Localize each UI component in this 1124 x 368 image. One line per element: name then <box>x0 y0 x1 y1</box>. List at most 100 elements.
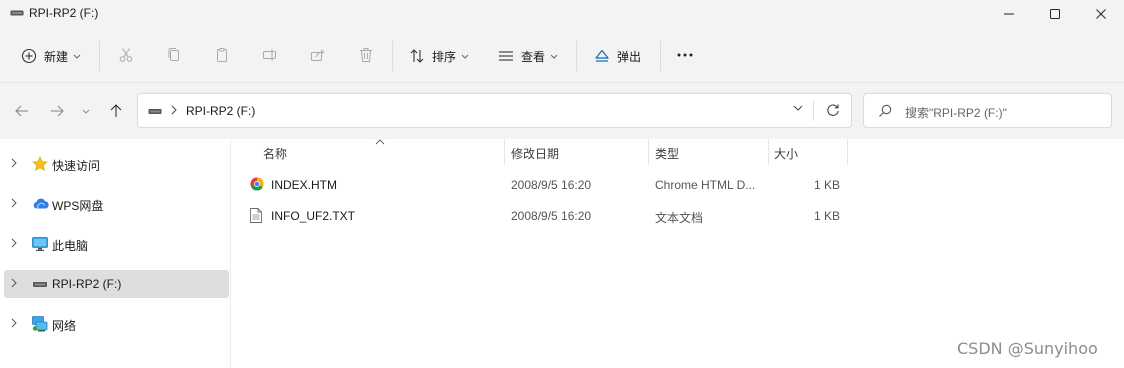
paste-button[interactable] <box>211 44 233 66</box>
view-button[interactable]: 查看 <box>498 43 558 69</box>
delete-button[interactable] <box>355 44 377 66</box>
list-view-icon <box>498 48 514 64</box>
column-divider[interactable] <box>768 139 769 165</box>
sidebar-item-label: WPS网盘 <box>52 199 104 213</box>
network-icon <box>32 316 48 332</box>
rename-icon <box>262 47 278 63</box>
more-icon <box>677 53 693 57</box>
more-options-button[interactable] <box>674 44 696 66</box>
chevron-right-icon[interactable] <box>11 318 17 328</box>
scissors-icon <box>118 47 134 63</box>
plus-circle-icon <box>21 48 37 64</box>
file-modified: 2008/9/5 16:20 <box>511 178 592 192</box>
sidebar-item-rpi-rp2[interactable]: RPI-RP2 (F:) <box>4 270 229 298</box>
arrow-right-icon <box>50 104 64 118</box>
file-type: Chrome HTML D... <box>655 178 756 192</box>
forward-button[interactable] <box>46 100 68 122</box>
sort-ascending-icon <box>375 139 385 145</box>
trash-icon <box>358 47 374 63</box>
refresh-icon[interactable] <box>826 103 840 117</box>
address-row: RPI-RP2 (F:) 搜索"RPI-RP2 (F:)" <box>0 83 1124 139</box>
file-name: INDEX.HTM <box>271 178 337 192</box>
command-bar: 新建 排序 查看 弹出 <box>0 27 1124 83</box>
file-list: 名称 修改日期 类型 大小 INDEX.HTM 2008/9/5 16:20 C… <box>232 139 1124 368</box>
close-button[interactable] <box>1078 0 1124 27</box>
cut-button[interactable] <box>115 44 137 66</box>
chevron-down-icon <box>73 54 81 59</box>
column-header-type[interactable]: 类型 <box>655 145 679 162</box>
sidebar-item-this-pc[interactable]: 此电脑 <box>4 230 229 258</box>
toolbar-divider <box>660 41 661 71</box>
minimize-button[interactable] <box>986 0 1032 27</box>
chevron-right-icon <box>171 105 177 115</box>
rename-button[interactable] <box>259 44 281 66</box>
search-icon <box>878 104 892 118</box>
address-dropdown-icon[interactable] <box>793 105 803 111</box>
chevron-right-icon[interactable] <box>11 278 17 288</box>
share-icon <box>310 47 326 63</box>
address-path[interactable]: RPI-RP2 (F:) <box>186 104 255 118</box>
file-modified: 2008/9/5 16:20 <box>511 209 592 223</box>
chevron-right-icon[interactable] <box>11 198 17 208</box>
chevron-right-icon[interactable] <box>11 158 17 168</box>
star-icon <box>32 156 48 172</box>
table-row[interactable]: INFO_UF2.TXT 2008/9/5 16:20 文本文档 1 KB <box>242 202 862 230</box>
chevron-right-icon[interactable] <box>11 238 17 248</box>
eject-button[interactable]: 弹出 <box>594 43 641 69</box>
eject-label: 弹出 <box>617 49 642 64</box>
sort-icon <box>409 48 425 64</box>
sort-button[interactable]: 排序 <box>409 43 469 69</box>
copy-button[interactable] <box>163 44 185 66</box>
toolbar-divider <box>576 41 577 71</box>
arrow-left-icon <box>15 104 29 118</box>
file-type: 文本文档 <box>655 211 704 225</box>
address-divider <box>813 100 814 121</box>
recent-locations-button[interactable] <box>77 100 95 122</box>
toolbar-divider <box>392 41 393 71</box>
sidebar-item-label: RPI-RP2 (F:) <box>52 277 122 291</box>
clipboard-icon <box>214 47 230 63</box>
column-header-modified[interactable]: 修改日期 <box>511 145 559 162</box>
drive-icon <box>148 108 162 115</box>
maximize-button[interactable] <box>1032 0 1078 27</box>
column-header-name[interactable]: 名称 <box>263 145 287 162</box>
sidebar-item-quick-access[interactable]: 快速访问 <box>4 150 229 178</box>
column-header-size[interactable]: 大小 <box>774 145 798 162</box>
column-divider[interactable] <box>504 139 505 165</box>
drive-icon <box>10 9 24 17</box>
chrome-html-icon <box>250 177 264 191</box>
table-row[interactable]: INDEX.HTM 2008/9/5 16:20 Chrome HTML D..… <box>242 171 862 199</box>
toolbar-divider <box>99 41 100 71</box>
file-size: 1 KB <box>814 209 841 223</box>
view-label: 查看 <box>521 49 546 64</box>
window-title: RPI-RP2 (F:) <box>29 6 99 20</box>
up-button[interactable] <box>105 100 127 122</box>
text-document-icon <box>250 208 262 223</box>
sort-label: 排序 <box>432 49 457 64</box>
sidebar-item-wps-drive[interactable]: WPS网盘 <box>4 190 229 218</box>
sidebar-item-label: 此电脑 <box>52 239 89 253</box>
monitor-icon <box>32 236 48 252</box>
watermark: CSDN @Sunyihoo <box>957 339 1098 358</box>
address-bar[interactable]: RPI-RP2 (F:) <box>137 93 852 128</box>
drive-icon <box>32 276 48 292</box>
back-button[interactable] <box>11 100 33 122</box>
arrow-up-icon <box>109 104 123 118</box>
column-divider[interactable] <box>648 139 649 165</box>
sidebar-item-label: 快速访问 <box>52 159 101 173</box>
file-size: 1 KB <box>814 178 841 192</box>
copy-icon <box>166 47 182 63</box>
search-input[interactable]: 搜索"RPI-RP2 (F:)" <box>905 104 1007 121</box>
column-divider[interactable] <box>847 139 848 165</box>
share-button[interactable] <box>307 44 329 66</box>
eject-icon <box>594 48 610 64</box>
sidebar-item-label: 网络 <box>52 319 77 333</box>
cloud-icon <box>32 196 49 212</box>
new-label: 新建 <box>44 49 69 64</box>
sidebar-item-network[interactable]: 网络 <box>4 310 229 338</box>
file-name: INFO_UF2.TXT <box>271 209 356 223</box>
new-button[interactable]: 新建 <box>21 43 81 69</box>
search-box[interactable]: 搜索"RPI-RP2 (F:)" <box>863 93 1112 128</box>
chevron-down-icon <box>82 109 90 114</box>
navigation-pane: 快速访问 WPS网盘 此电脑 RPI-RP2 (F:) 网络 <box>0 139 231 368</box>
